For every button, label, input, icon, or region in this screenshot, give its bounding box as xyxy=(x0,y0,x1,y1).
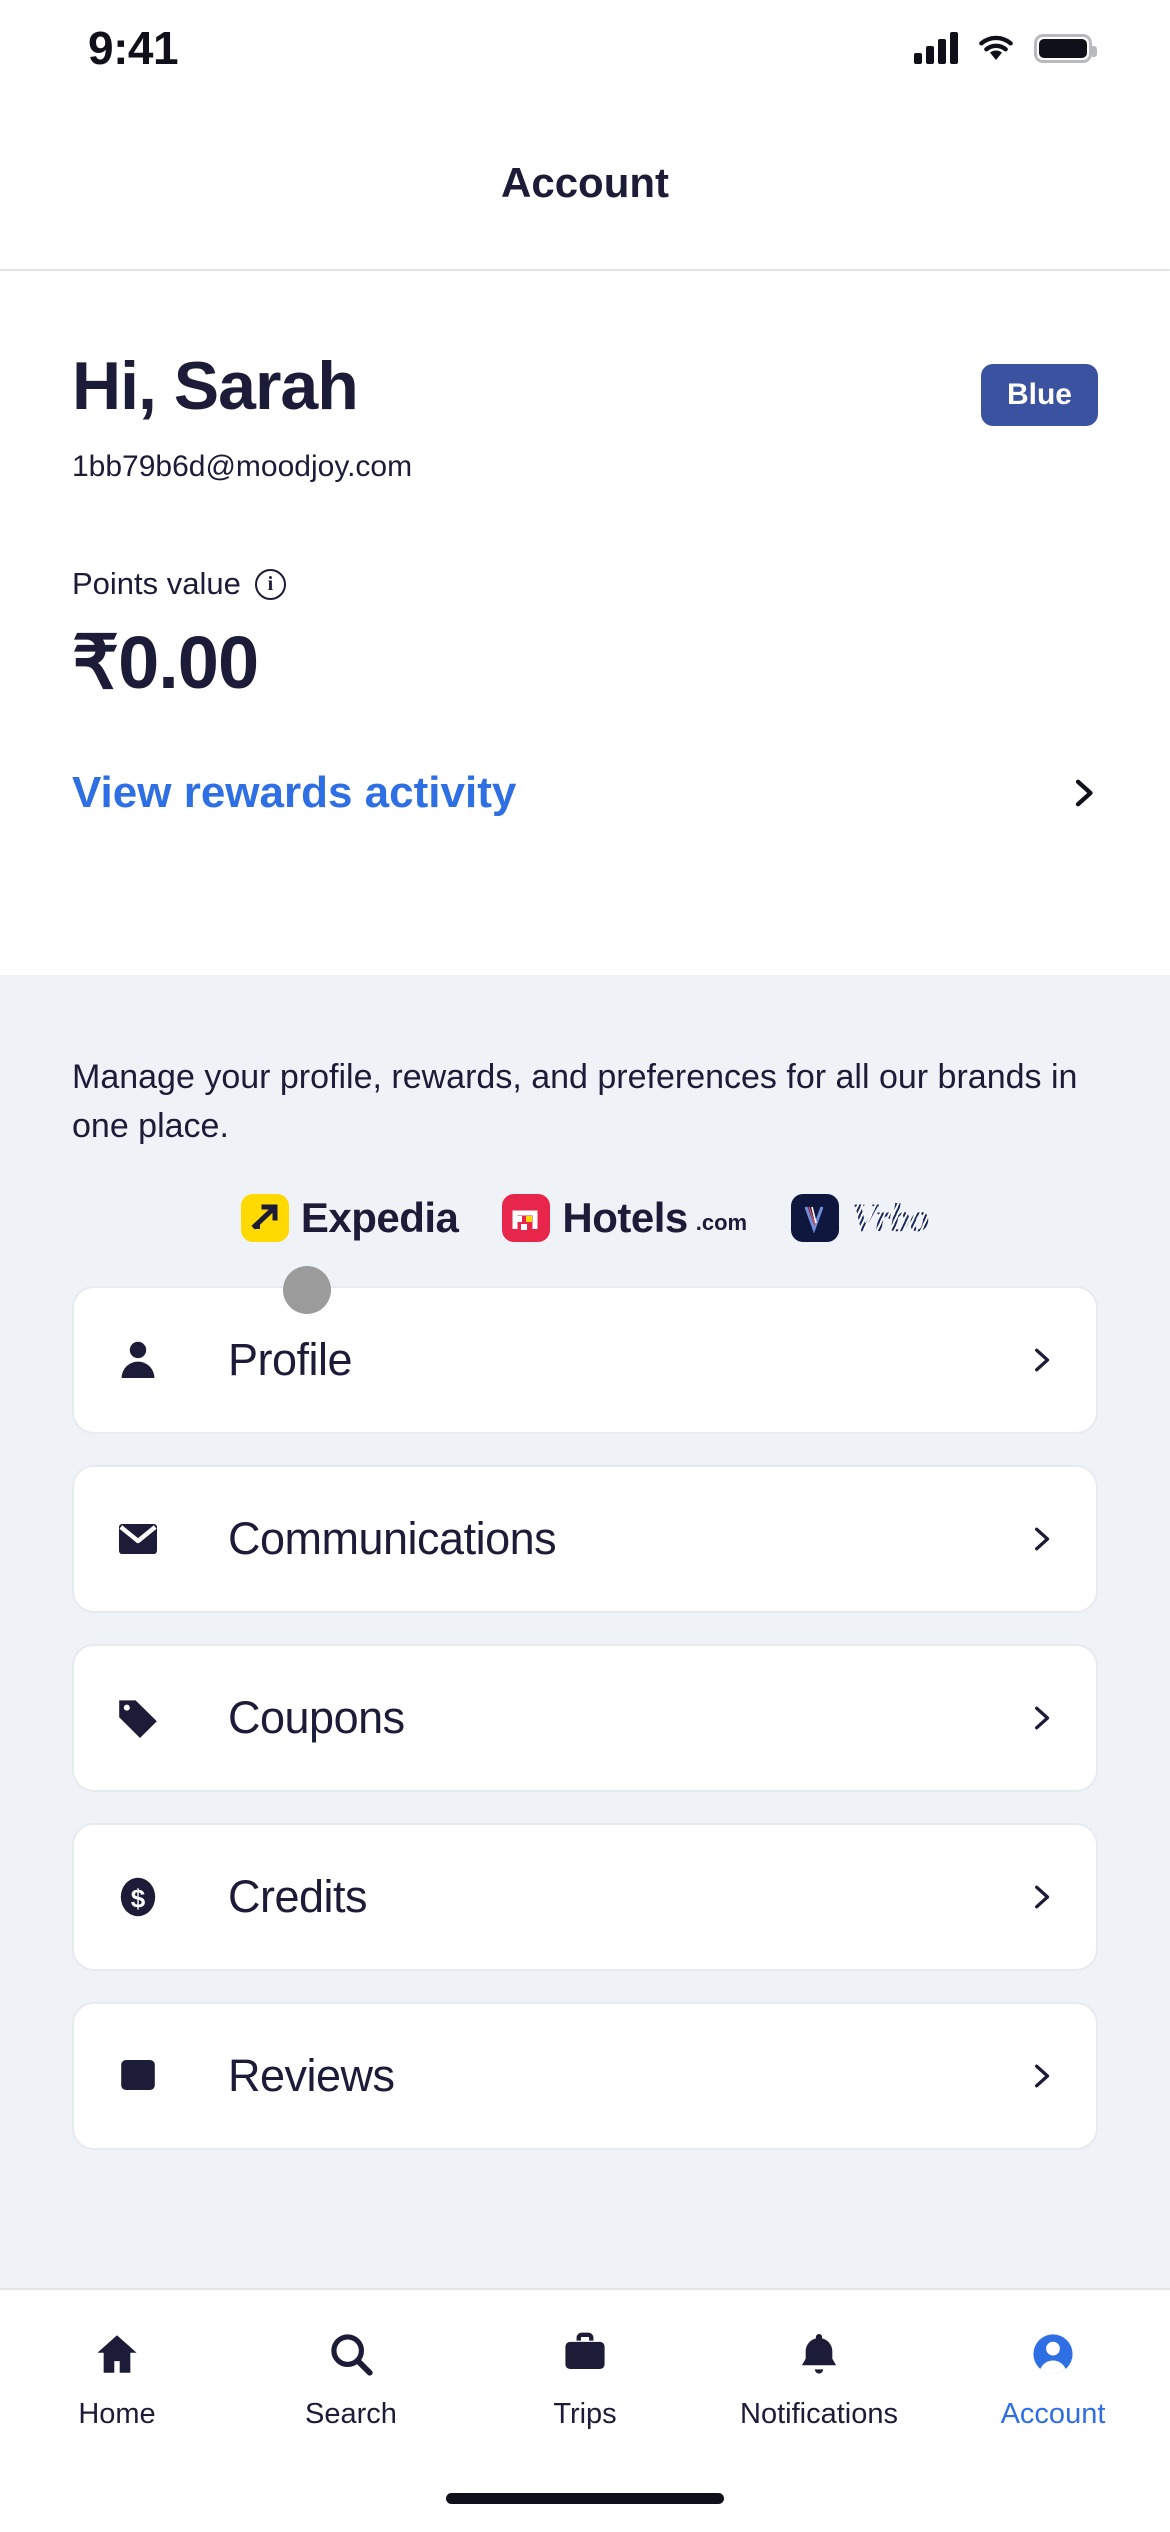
brand-logo-row: Expedia Hotels .com Vrbo xyxy=(72,1193,1098,1242)
tab-label: Search xyxy=(305,2398,397,2430)
chevron-right-icon xyxy=(1035,1527,1050,1550)
wifi-icon xyxy=(979,35,1013,60)
view-rewards-activity-row[interactable]: View rewards activity xyxy=(72,768,1098,818)
menu-item-label: Reviews xyxy=(228,2049,395,2101)
dollar-coin-icon: $ xyxy=(114,1873,172,1921)
search-icon xyxy=(326,2328,376,2380)
tab-trips[interactable]: Trips xyxy=(468,2328,702,2431)
tab-account[interactable]: Account xyxy=(936,2328,1170,2431)
tab-search[interactable]: Search xyxy=(234,2328,468,2431)
chevron-right-icon xyxy=(1035,2064,1050,2087)
status-time: 9:41 xyxy=(88,22,179,74)
tag-icon xyxy=(114,1694,172,1742)
status-indicators xyxy=(914,32,1097,64)
brand-expedia: Expedia xyxy=(240,1193,459,1242)
chevron-right-icon xyxy=(1035,1885,1050,1908)
menu-item-coupons[interactable]: Coupons xyxy=(72,1643,1098,1792)
menu-item-profile[interactable]: Profile xyxy=(72,1265,1098,1434)
tab-label: Account xyxy=(1000,2398,1106,2430)
home-indicator xyxy=(446,2493,724,2504)
svg-text:$: $ xyxy=(131,1883,146,1913)
page-title: Account xyxy=(501,158,669,206)
points-value-label-row: Points value i xyxy=(72,566,1098,602)
menu-item-label: Profile xyxy=(228,1333,353,1385)
brands-and-menu-section: Manage your profile, rewards, and prefer… xyxy=(0,975,1170,2288)
bell-icon xyxy=(794,2328,844,2380)
manage-description: Manage your profile, rewards, and prefer… xyxy=(72,1058,1078,1146)
tab-label: Notifications xyxy=(740,2398,898,2430)
expedia-logo-icon xyxy=(240,1193,289,1242)
info-icon[interactable]: i xyxy=(254,568,286,600)
vrbo-logo-icon xyxy=(791,1193,840,1242)
account-screen: 9:41 Account Hi, Sarah 1bb79b6d@moodjoy.… xyxy=(0,0,1170,2532)
tier-badge[interactable]: Blue xyxy=(980,364,1098,426)
status-bar: 9:41 xyxy=(0,0,1170,96)
menu-item-label: Credits xyxy=(228,1870,368,1922)
identity-block: Hi, Sarah 1bb79b6d@moodjoy.com Blue xyxy=(72,271,1098,484)
menu-item-label: Coupons xyxy=(228,1691,405,1743)
vrbo-wordmark: Vrbo xyxy=(851,1195,930,1241)
greeting-text: Hi, Sarah xyxy=(72,348,359,424)
tab-home[interactable]: Home xyxy=(0,2328,234,2431)
tab-notifications[interactable]: Notifications xyxy=(702,2328,936,2431)
hotels-logo-icon xyxy=(502,1193,551,1242)
chevron-right-icon xyxy=(1035,1348,1050,1371)
navigation-header: Account xyxy=(0,96,1170,271)
chevron-right-icon xyxy=(1035,1706,1050,1729)
tab-label: Trips xyxy=(553,2398,617,2430)
menu-item-communications[interactable]: Communications xyxy=(72,1464,1098,1613)
envelope-icon xyxy=(114,1515,172,1563)
menu-item-label: Communications xyxy=(228,1512,557,1564)
touch-cursor-indicator xyxy=(283,1265,331,1314)
home-icon xyxy=(92,2328,142,2380)
points-value-amount: ₹0.00 xyxy=(72,621,259,705)
review-card-icon xyxy=(114,2052,172,2100)
view-rewards-activity-link[interactable]: View rewards activity xyxy=(72,768,516,818)
person-icon xyxy=(114,1336,172,1384)
points-value-label: Points value xyxy=(72,566,241,602)
expedia-wordmark: Expedia xyxy=(300,1193,459,1241)
menu-item-reviews[interactable]: Reviews xyxy=(72,2001,1098,2150)
cellular-signal-icon xyxy=(914,32,958,64)
hotels-wordmark: Hotels xyxy=(562,1193,688,1241)
user-email: 1bb79b6d@moodjoy.com xyxy=(72,450,413,484)
brand-hotels: Hotels .com xyxy=(502,1193,748,1242)
bottom-tab-bar: Home Search Trips Notifications Account xyxy=(0,2288,1170,2532)
tab-label: Home xyxy=(78,2398,156,2430)
menu-item-credits[interactable]: $ Credits xyxy=(72,1822,1098,1971)
hotels-dotcom-suffix: .com xyxy=(695,1209,748,1235)
account-avatar-icon xyxy=(1028,2328,1078,2380)
battery-icon xyxy=(1034,33,1097,63)
chevron-right-icon xyxy=(1075,780,1093,807)
account-hero: Hi, Sarah 1bb79b6d@moodjoy.com Blue Poin… xyxy=(0,271,1170,975)
account-menu-list: Profile Communications Coupons $ Credits… xyxy=(72,1265,1098,2150)
brand-vrbo: Vrbo xyxy=(791,1193,930,1242)
briefcase-icon xyxy=(560,2328,610,2380)
